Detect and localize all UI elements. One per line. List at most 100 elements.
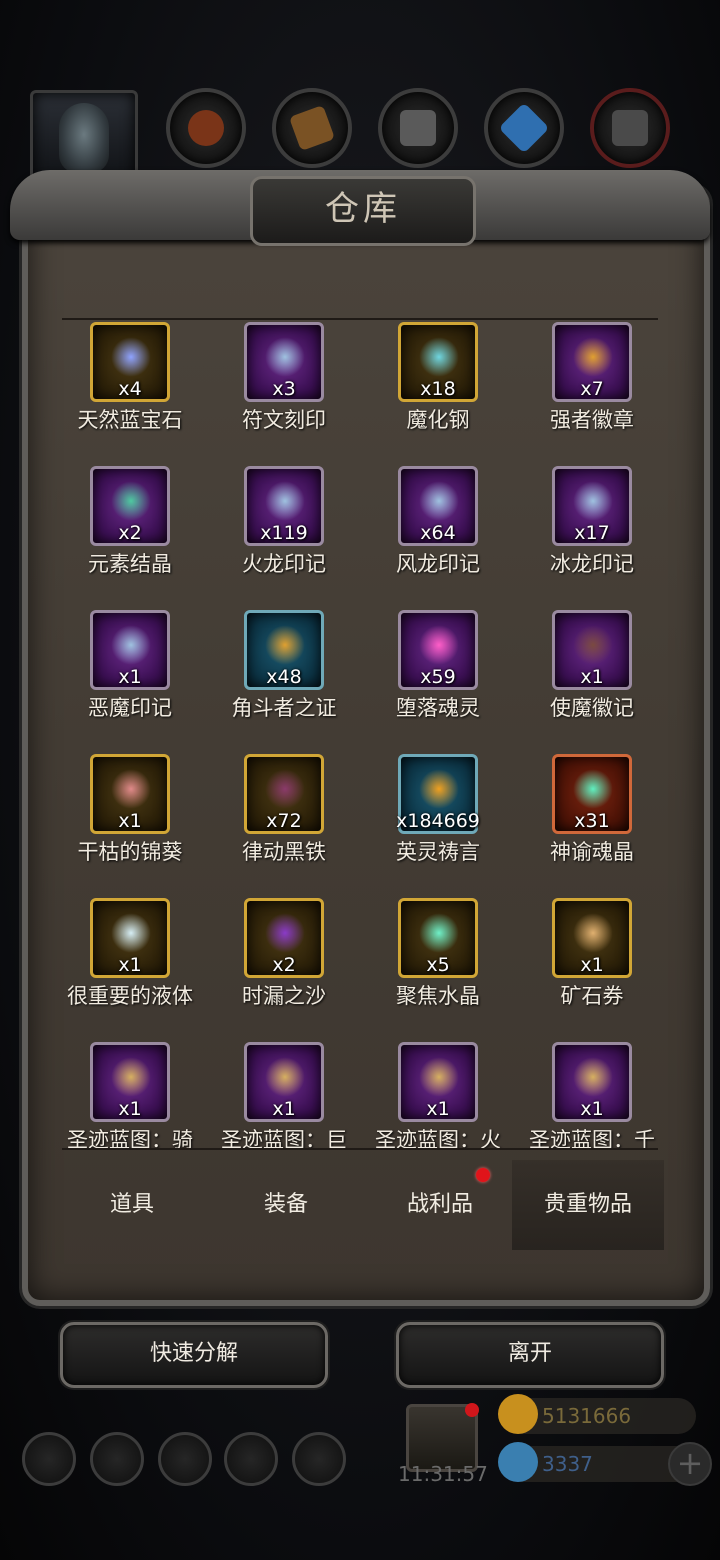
- chat-icon[interactable]: [292, 1432, 346, 1486]
- item-quantity: x64: [420, 522, 456, 544]
- item-quantity: x31: [574, 810, 610, 832]
- item-icon: [265, 769, 305, 809]
- item-name: 圣迹蓝图：千: [529, 1128, 655, 1150]
- item-name: 很重要的液体: [67, 984, 193, 1008]
- tab-loot[interactable]: 战利品: [364, 1160, 516, 1250]
- inventory-item[interactable]: x2 时漏之沙: [209, 898, 359, 1028]
- gold-currency: 5131666: [498, 1394, 696, 1434]
- leave-button[interactable]: 离开: [396, 1322, 664, 1388]
- item-quantity: x1: [272, 1098, 296, 1120]
- inventory-item[interactable]: x17 冰龙印记: [517, 466, 658, 596]
- inventory-item[interactable]: x1 圣迹蓝图：巨: [209, 1042, 359, 1148]
- tab-props[interactable]: 道具: [56, 1160, 208, 1250]
- item-icon: [573, 913, 613, 953]
- inventory-item[interactable]: x1 很重要的液体: [62, 898, 205, 1028]
- item-name: 天然蓝宝石: [77, 408, 183, 432]
- iron-icon: [612, 110, 648, 146]
- inventory-item[interactable]: x1 干枯的锦葵: [62, 754, 205, 884]
- item-icon: [573, 1057, 613, 1097]
- item-quantity: x1: [580, 954, 604, 976]
- mail-icon[interactable]: [224, 1432, 278, 1486]
- item-name: 冰龙印记: [550, 552, 634, 576]
- quick-decompose-button[interactable]: 快速分解: [60, 1322, 328, 1388]
- tab-label: 贵重物品: [543, 1192, 632, 1217]
- item-name: 符文刻印: [242, 408, 326, 432]
- inventory-item[interactable]: x64 风龙印记: [363, 466, 513, 596]
- item-quantity: x18: [420, 378, 456, 400]
- settings-icon[interactable]: [22, 1432, 76, 1486]
- item-icon: [111, 625, 151, 665]
- item-name: 角斗者之证: [231, 696, 337, 720]
- inventory-item[interactable]: x4 天然蓝宝石: [62, 322, 205, 452]
- item-quantity: x4: [118, 378, 142, 400]
- gem-value: 3337: [542, 1452, 593, 1476]
- inventory-item[interactable]: x1 圣迹蓝图：火: [363, 1042, 513, 1148]
- item-quantity: x2: [118, 522, 142, 544]
- inventory-item[interactable]: x18 魔化钢: [363, 322, 513, 452]
- add-currency-button[interactable]: +: [668, 1442, 712, 1486]
- item-name: 强者徽章: [550, 408, 634, 432]
- avatar-portrait: [59, 103, 109, 173]
- item-quantity: x1: [426, 1098, 450, 1120]
- item-quantity: x1: [580, 666, 604, 688]
- stone-icon: [400, 110, 436, 146]
- item-name: 圣迹蓝图：火: [375, 1128, 501, 1150]
- item-icon: [111, 769, 151, 809]
- inventory-item[interactable]: x1 圣迹蓝图：骑: [62, 1042, 205, 1148]
- item-name: 使魔徽记: [550, 696, 634, 720]
- tab-valuables[interactable]: 贵重物品: [512, 1160, 664, 1250]
- item-icon: [265, 913, 305, 953]
- tab-label: 道具: [109, 1192, 154, 1217]
- gem-icon: [498, 1442, 538, 1482]
- inventory-item[interactable]: x1 使魔徽记: [517, 610, 658, 740]
- inventory-item[interactable]: x2 元素结晶: [62, 466, 205, 596]
- item-quantity: x1: [118, 1098, 142, 1120]
- inventory-item[interactable]: x72 律动黑铁: [209, 754, 359, 884]
- item-name: 律动黑铁: [242, 840, 326, 864]
- item-icon: [111, 913, 151, 953]
- item-icon: [419, 769, 459, 809]
- crystal-icon: [498, 102, 550, 154]
- item-quantity: x17: [574, 522, 610, 544]
- panel-title: 仓库: [250, 176, 476, 246]
- inventory-item[interactable]: x184669 英灵祷言: [363, 754, 513, 884]
- inventory-item[interactable]: x48 角斗者之证: [209, 610, 359, 740]
- item-quantity: x72: [266, 810, 302, 832]
- item-name: 聚焦水晶: [396, 984, 480, 1008]
- portrait-icon[interactable]: [158, 1432, 212, 1486]
- item-name: 时漏之沙: [242, 984, 326, 1008]
- inventory-item[interactable]: x7 强者徽章: [517, 322, 658, 452]
- inventory-item[interactable]: x119 火龙印记: [209, 466, 359, 596]
- inventory-item[interactable]: x3 符文刻印: [209, 322, 359, 452]
- item-name: 元素结晶: [88, 552, 172, 576]
- item-icon: [265, 481, 305, 521]
- item-quantity: x119: [260, 522, 308, 544]
- item-quantity: x3: [272, 378, 296, 400]
- item-quantity: x1: [580, 1098, 604, 1120]
- item-name: 英灵祷言: [396, 840, 480, 864]
- item-name: 堕落魂灵: [396, 696, 480, 720]
- notification-dot: [476, 1168, 490, 1182]
- inventory-item[interactable]: x5 聚焦水晶: [363, 898, 513, 1028]
- tab-equipment[interactable]: 装备: [210, 1160, 362, 1250]
- countdown-timer: 11:31:57: [398, 1462, 488, 1486]
- tab-label: 装备: [263, 1192, 308, 1217]
- notification-dot: [465, 1403, 479, 1417]
- star-icon[interactable]: [90, 1432, 144, 1486]
- item-name: 恶魔印记: [88, 696, 172, 720]
- tab-bar: 道具 装备 战利品 贵重物品: [56, 1160, 666, 1250]
- inventory-item[interactable]: x1 圣迹蓝图：千: [517, 1042, 658, 1148]
- item-icon: [419, 481, 459, 521]
- item-quantity: x48: [266, 666, 302, 688]
- inventory-item[interactable]: x1 矿石券: [517, 898, 658, 1028]
- item-icon: [265, 337, 305, 377]
- gold-value: 5131666: [542, 1404, 632, 1428]
- inventory-item[interactable]: x59 堕落魂灵: [363, 610, 513, 740]
- item-icon: [265, 1057, 305, 1097]
- item-quantity: x1: [118, 810, 142, 832]
- item-icon: [419, 625, 459, 665]
- tab-label: 战利品: [406, 1192, 473, 1217]
- inventory-item[interactable]: x31 神谕魂晶: [517, 754, 658, 884]
- inventory-item[interactable]: x1 恶魔印记: [62, 610, 205, 740]
- item-grid[interactable]: x4 天然蓝宝石 x3 符文刻印 x18 魔化钢 x7 强者徽章 x2 元素结晶 x119 火龙印记 x…: [62, 318, 658, 1150]
